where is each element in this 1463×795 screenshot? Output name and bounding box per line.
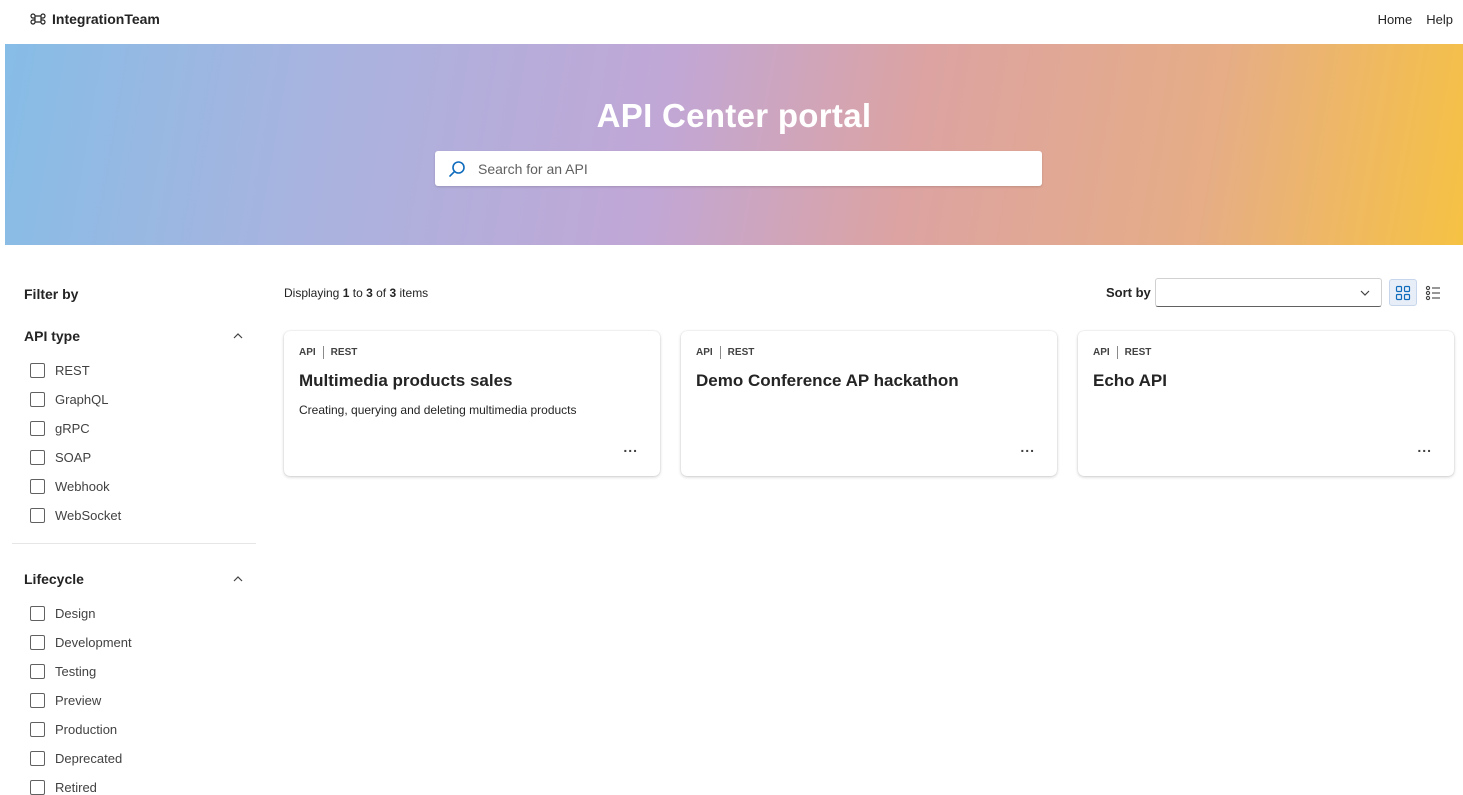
search-icon xyxy=(449,160,465,177)
card-title[interactable]: Demo Conference AP hackathon xyxy=(696,371,959,391)
checkbox[interactable] xyxy=(30,479,45,494)
filter-option-grpc[interactable]: gRPC xyxy=(30,421,90,436)
card-type: REST xyxy=(1124,347,1152,358)
api-type-header[interactable]: API type xyxy=(24,328,244,344)
hero-banner: API Center portal xyxy=(5,44,1463,245)
card-type: REST xyxy=(727,347,755,358)
filter-title: Filter by xyxy=(24,286,79,302)
results-total: 3 xyxy=(389,286,397,300)
command-key-icon xyxy=(30,13,46,25)
checkbox[interactable] xyxy=(30,722,45,737)
checkbox[interactable] xyxy=(30,780,45,795)
brand[interactable]: IntegrationTeam xyxy=(30,11,160,27)
checkbox[interactable] xyxy=(30,693,45,708)
card-type: REST xyxy=(330,347,358,358)
filter-option-webhook[interactable]: Webhook xyxy=(30,479,110,494)
card-description: Creating, querying and deleting multimed… xyxy=(299,403,577,417)
more-options-button[interactable]: ... xyxy=(623,439,638,455)
filter-option-deprecated[interactable]: Deprecated xyxy=(30,751,122,766)
filter-option-production[interactable]: Production xyxy=(30,722,117,737)
card-title[interactable]: Echo API xyxy=(1093,371,1167,391)
results-from: 1 xyxy=(342,286,350,300)
card-kind: API xyxy=(696,347,713,358)
filter-option-retired[interactable]: Retired xyxy=(30,780,97,795)
grid-view-icon xyxy=(1395,285,1411,300)
list-view-button[interactable] xyxy=(1419,279,1447,306)
filter-option-design[interactable]: Design xyxy=(30,606,95,621)
filter-option-graphql[interactable]: GraphQL xyxy=(30,392,108,407)
checkbox[interactable] xyxy=(30,450,45,465)
results-of-word: of xyxy=(376,286,387,300)
filter-option-soap[interactable]: SOAP xyxy=(30,450,91,465)
card-kind: API xyxy=(299,347,316,358)
option-label: Webhook xyxy=(55,479,110,494)
checkbox[interactable] xyxy=(30,421,45,436)
grid-view-button[interactable] xyxy=(1389,279,1417,306)
option-label: REST xyxy=(55,363,90,378)
tag-separator xyxy=(322,346,324,359)
api-card[interactable]: API REST Demo Conference AP hackathon ..… xyxy=(681,331,1057,476)
search-input[interactable] xyxy=(478,160,1018,177)
chevron-up-icon[interactable] xyxy=(232,573,244,585)
page-title: API Center portal xyxy=(596,97,872,134)
more-options-button[interactable]: ... xyxy=(1020,439,1035,455)
divider xyxy=(12,543,256,544)
checkbox[interactable] xyxy=(30,508,45,523)
nav-links: Home Help xyxy=(1378,12,1453,27)
filter-option-preview[interactable]: Preview xyxy=(30,693,101,708)
checkbox[interactable] xyxy=(30,363,45,378)
sort-label: Sort by xyxy=(1106,285,1151,300)
sort-dropdown[interactable] xyxy=(1155,278,1382,307)
checkbox[interactable] xyxy=(30,392,45,407)
nav-link-help[interactable]: Help xyxy=(1426,12,1453,27)
tag-separator xyxy=(1116,346,1118,359)
option-label: Testing xyxy=(55,664,97,679)
results-prefix: Displaying xyxy=(284,286,340,300)
api-type-label: API type xyxy=(24,328,81,344)
option-label: GraphQL xyxy=(55,392,109,407)
option-label: Preview xyxy=(55,693,102,708)
nav-link-home[interactable]: Home xyxy=(1378,12,1413,27)
lifecycle-label: Lifecycle xyxy=(24,571,84,587)
option-label: Production xyxy=(55,722,118,737)
option-label: Deprecated xyxy=(55,751,123,766)
checkbox[interactable] xyxy=(30,606,45,621)
tag-separator xyxy=(719,346,721,359)
results-to-word: to xyxy=(352,286,363,300)
checkbox[interactable] xyxy=(30,664,45,679)
card-title[interactable]: Multimedia products sales xyxy=(299,371,513,391)
lifecycle-header[interactable]: Lifecycle xyxy=(24,571,244,587)
filter-option-rest[interactable]: REST xyxy=(30,363,90,378)
filter-option-testing[interactable]: Testing xyxy=(30,664,96,679)
api-card[interactable]: API REST Echo API ... xyxy=(1078,331,1454,476)
option-label: Retired xyxy=(55,780,97,795)
more-options-button[interactable]: ... xyxy=(1417,439,1432,455)
top-nav: IntegrationTeam Home Help xyxy=(0,0,1463,38)
results-to: 3 xyxy=(366,286,373,300)
option-label: gRPC xyxy=(55,421,90,436)
chevron-down-icon xyxy=(1360,290,1370,296)
option-label: Development xyxy=(55,635,132,650)
list-view-icon xyxy=(1425,285,1440,300)
filter-option-websocket[interactable]: WebSocket xyxy=(30,508,121,523)
card-tags: API REST xyxy=(1093,346,1151,359)
filter-option-development[interactable]: Development xyxy=(30,635,132,650)
option-label: WebSocket xyxy=(55,508,122,523)
option-label: Design xyxy=(55,606,96,621)
card-kind: API xyxy=(1093,347,1110,358)
option-label: SOAP xyxy=(55,450,92,465)
search-box[interactable] xyxy=(435,151,1042,186)
card-tags: API REST xyxy=(696,346,754,359)
card-tags: API REST xyxy=(299,346,357,359)
results-count: Displaying 1 to 3 of 3 items xyxy=(284,286,428,300)
checkbox[interactable] xyxy=(30,751,45,766)
results-suffix: items xyxy=(399,286,429,300)
checkbox[interactable] xyxy=(30,635,45,650)
chevron-up-icon[interactable] xyxy=(232,330,244,342)
brand-name: IntegrationTeam xyxy=(52,11,160,27)
api-card[interactable]: API REST Multimedia products sales Creat… xyxy=(284,331,660,476)
